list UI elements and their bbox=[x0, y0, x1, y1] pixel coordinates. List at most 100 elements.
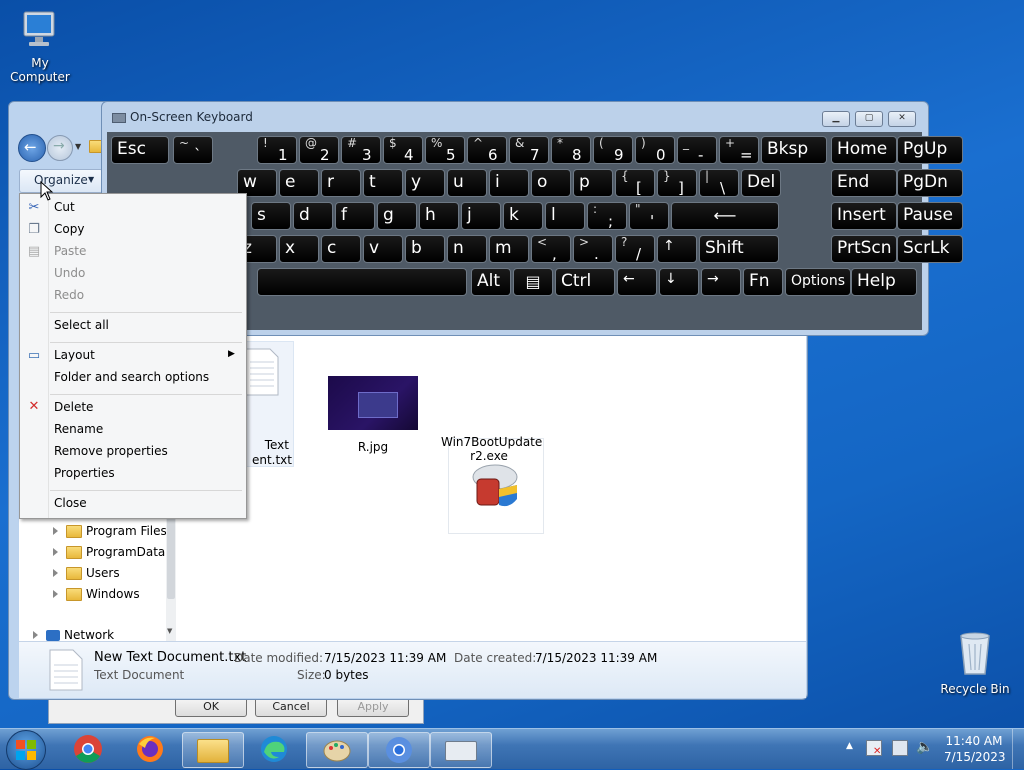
menu-item-folder-search-options[interactable]: Folder and search options bbox=[54, 370, 209, 384]
action-center-icon[interactable]: ✕ bbox=[866, 740, 882, 757]
key-options[interactable]: Options bbox=[785, 268, 851, 296]
my-computer-desktop-icon[interactable]: My Computer bbox=[0, 8, 80, 84]
key-home[interactable]: Home bbox=[831, 136, 897, 164]
recent-pages-chevron-icon[interactable]: ▼ bbox=[75, 142, 81, 151]
key-pause[interactable]: Pause bbox=[897, 202, 963, 230]
key-t[interactable]: t bbox=[363, 169, 403, 197]
start-button[interactable] bbox=[6, 730, 46, 770]
key-sym4-6[interactable]: → bbox=[701, 268, 741, 296]
key-5[interactable]: % 5 bbox=[425, 136, 465, 164]
key-r[interactable]: r bbox=[321, 169, 361, 197]
cancel-button[interactable]: Cancel bbox=[255, 697, 327, 717]
key-shift[interactable]: Shift bbox=[699, 235, 779, 263]
nav-item-programdata[interactable]: ProgramData bbox=[53, 542, 165, 562]
key-2[interactable]: @2 bbox=[299, 136, 339, 164]
key-sym4-5[interactable]: ↓ bbox=[659, 268, 699, 296]
taskbar-on-screen-keyboard[interactable] bbox=[430, 732, 492, 768]
key-h[interactable]: h bbox=[419, 202, 459, 230]
key-sym1-10[interactable]: }] bbox=[657, 169, 697, 197]
key-i[interactable]: i bbox=[489, 169, 529, 197]
key-sym0-13[interactable]: + = bbox=[719, 136, 759, 164]
apply-button[interactable]: Apply bbox=[337, 697, 409, 717]
key-8[interactable]: * 8 bbox=[551, 136, 591, 164]
minimize-button[interactable]: ▁ bbox=[822, 111, 850, 127]
key-fn[interactable]: Fn bbox=[743, 268, 783, 296]
key-p[interactable]: p bbox=[573, 169, 613, 197]
key-sym0-1[interactable]: ~ ` bbox=[173, 136, 213, 164]
key-u[interactable]: u bbox=[447, 169, 487, 197]
key-x[interactable]: x bbox=[279, 235, 319, 263]
menu-item-cut[interactable]: Cut bbox=[54, 200, 75, 214]
key-6[interactable]: ^ 6 bbox=[467, 136, 507, 164]
nav-item-users[interactable]: Users bbox=[53, 563, 120, 583]
taskbar-edge[interactable] bbox=[244, 732, 304, 766]
key-esc[interactable]: Esc bbox=[111, 136, 169, 164]
key-pgup[interactable]: PgUp bbox=[897, 136, 963, 164]
key-b[interactable]: b bbox=[405, 235, 445, 263]
clock[interactable]: 11:40 AM 7/15/2023 bbox=[944, 734, 1006, 764]
key-del[interactable]: Del bbox=[741, 169, 781, 197]
key-sym2-9[interactable]: " ' bbox=[629, 202, 669, 230]
maximize-button[interactable]: ▢ bbox=[855, 111, 883, 127]
key-alt[interactable]: Alt bbox=[471, 268, 511, 296]
key-insert[interactable]: Insert bbox=[831, 202, 897, 230]
key-sym3-9[interactable]: ? / bbox=[615, 235, 655, 263]
key-v[interactable]: v bbox=[363, 235, 403, 263]
back-button[interactable]: ← bbox=[18, 134, 46, 162]
key-l[interactable]: l bbox=[545, 202, 585, 230]
key-g[interactable]: g bbox=[377, 202, 417, 230]
menu-item-rename[interactable]: Rename bbox=[54, 422, 103, 436]
key-f[interactable]: f bbox=[335, 202, 375, 230]
key-sym2-8[interactable]: :; bbox=[587, 202, 627, 230]
show-desktop-button[interactable] bbox=[1012, 729, 1024, 769]
key-menu[interactable]: ▤ bbox=[513, 268, 553, 296]
key-y[interactable]: y bbox=[405, 169, 445, 197]
key-help[interactable]: Help bbox=[851, 268, 917, 296]
menu-item-copy[interactable]: Copy bbox=[54, 222, 84, 236]
key-9[interactable]: (9 bbox=[593, 136, 633, 164]
menu-item-select-all[interactable]: Select all bbox=[54, 318, 109, 332]
key-sym4-4[interactable]: ← bbox=[617, 268, 657, 296]
key-0[interactable]: ) 0 bbox=[635, 136, 675, 164]
menu-item-close[interactable]: Close bbox=[54, 496, 87, 510]
menu-item-remove-properties[interactable]: Remove properties bbox=[54, 444, 168, 458]
key-j[interactable]: j bbox=[461, 202, 501, 230]
menu-item-delete[interactable]: Delete bbox=[54, 400, 93, 414]
key-7[interactable]: & 7 bbox=[509, 136, 549, 164]
key-sym3-8[interactable]: >. bbox=[573, 235, 613, 263]
menu-item-properties[interactable]: Properties bbox=[54, 466, 115, 480]
recycle-bin-desktop-icon[interactable]: Recycle Bin bbox=[935, 630, 1015, 696]
key-c[interactable]: c bbox=[321, 235, 361, 263]
key-ctrl[interactable]: Ctrl bbox=[555, 268, 615, 296]
key-enter[interactable]: ⟵ bbox=[671, 202, 779, 230]
key-1[interactable]: ! 1 bbox=[257, 136, 297, 164]
key-4[interactable]: $4 bbox=[383, 136, 423, 164]
key-pgdn[interactable]: PgDn bbox=[897, 169, 963, 197]
key-o[interactable]: o bbox=[531, 169, 571, 197]
volume-muted-icon[interactable]: 🔈 bbox=[916, 739, 933, 755]
key-e[interactable]: e bbox=[279, 169, 319, 197]
taskbar-chrome[interactable] bbox=[58, 732, 118, 766]
key-sym3-10[interactable]: ↑ bbox=[657, 235, 697, 263]
taskbar-paint[interactable] bbox=[306, 732, 368, 768]
network-status-icon[interactable] bbox=[892, 740, 908, 756]
nav-item-windows[interactable]: Windows bbox=[53, 584, 140, 604]
taskbar-explorer[interactable] bbox=[182, 732, 244, 768]
key-d[interactable]: d bbox=[293, 202, 333, 230]
key-sym0-12[interactable]: _ - bbox=[677, 136, 717, 164]
key-k[interactable]: k bbox=[503, 202, 543, 230]
forward-button[interactable]: → bbox=[47, 135, 73, 161]
key-sym1-9[interactable]: {[ bbox=[615, 169, 655, 197]
key-s[interactable]: s bbox=[251, 202, 291, 230]
key-m[interactable]: m bbox=[489, 235, 529, 263]
nav-item-program-files[interactable]: Program Files ( bbox=[53, 521, 175, 541]
file-item-r-jpg[interactable]: R.jpg bbox=[314, 376, 432, 454]
key-sym3-7[interactable]: <, bbox=[531, 235, 571, 263]
key-end[interactable]: End bbox=[831, 169, 897, 197]
nav-scrollbar[interactable]: ▼ bbox=[166, 507, 176, 641]
key-space[interactable] bbox=[257, 268, 467, 296]
menu-item-undo[interactable]: Undo bbox=[54, 266, 85, 280]
close-button[interactable]: ✕ bbox=[888, 111, 916, 127]
menu-item-paste[interactable]: Paste bbox=[54, 244, 86, 258]
key-3[interactable]: #3 bbox=[341, 136, 381, 164]
